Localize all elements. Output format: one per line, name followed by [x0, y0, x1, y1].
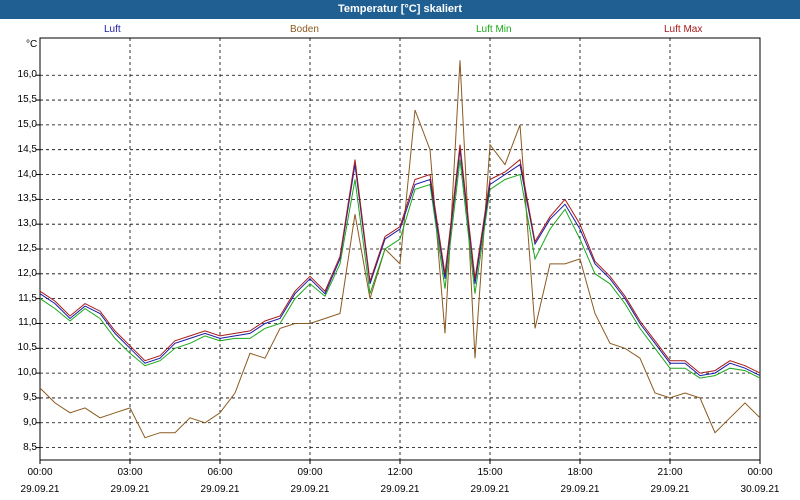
x-tick-time: 15:00 [477, 467, 503, 478]
y-tick-label: 10,5 [17, 342, 37, 354]
y-tick-label: 14,0 [17, 168, 37, 180]
x-tick-date: 29.09.21 [200, 484, 240, 495]
x-tick-date: 29.09.21 [20, 484, 60, 495]
x-tick-time: 18:00 [567, 467, 593, 478]
y-tick-label: 15,5 [17, 94, 37, 106]
x-tick-time: 00:00 [747, 467, 773, 478]
x-tick-date: 30.09.21 [740, 484, 780, 495]
temperature-chart [36, 37, 761, 464]
y-tick-label: 16,0 [17, 69, 37, 81]
x-tick-time: 00:00 [27, 467, 53, 478]
y-tick-label: 13,5 [17, 193, 37, 205]
x-tick-time: 21:00 [657, 467, 683, 478]
y-tick-label: 12,5 [17, 243, 37, 254]
y-tick-label: 10,0 [17, 367, 37, 379]
x-tick-date: 29.09.21 [290, 484, 330, 495]
y-tick-label: 8,5 [23, 441, 37, 453]
y-tick-label: 9,5 [23, 391, 37, 403]
y-tick-label: 14,5 [17, 143, 37, 155]
x-tick-date: 29.09.21 [380, 484, 420, 495]
x-tick-date: 29.09.21 [650, 484, 690, 495]
y-tick-label: 11,5 [18, 292, 37, 304]
y-tick-label: 15,0 [17, 118, 37, 130]
x-tick-time: 12:00 [387, 467, 413, 478]
x-tick-date: 29.09.21 [110, 484, 150, 495]
x-tick-time: 06:00 [207, 467, 233, 478]
x-tick-date: 29.09.21 [560, 484, 600, 495]
x-tick-time: 03:00 [117, 467, 143, 478]
y-tick-label: 11,0 [18, 317, 37, 329]
y-tick-label: 13,0 [17, 218, 37, 230]
x-tick-date: 29.09.21 [470, 484, 510, 495]
y-tick-label: 9,0 [23, 416, 37, 428]
x-tick-time: 09:00 [297, 467, 323, 478]
y-tick-label: 12,0 [17, 267, 37, 279]
